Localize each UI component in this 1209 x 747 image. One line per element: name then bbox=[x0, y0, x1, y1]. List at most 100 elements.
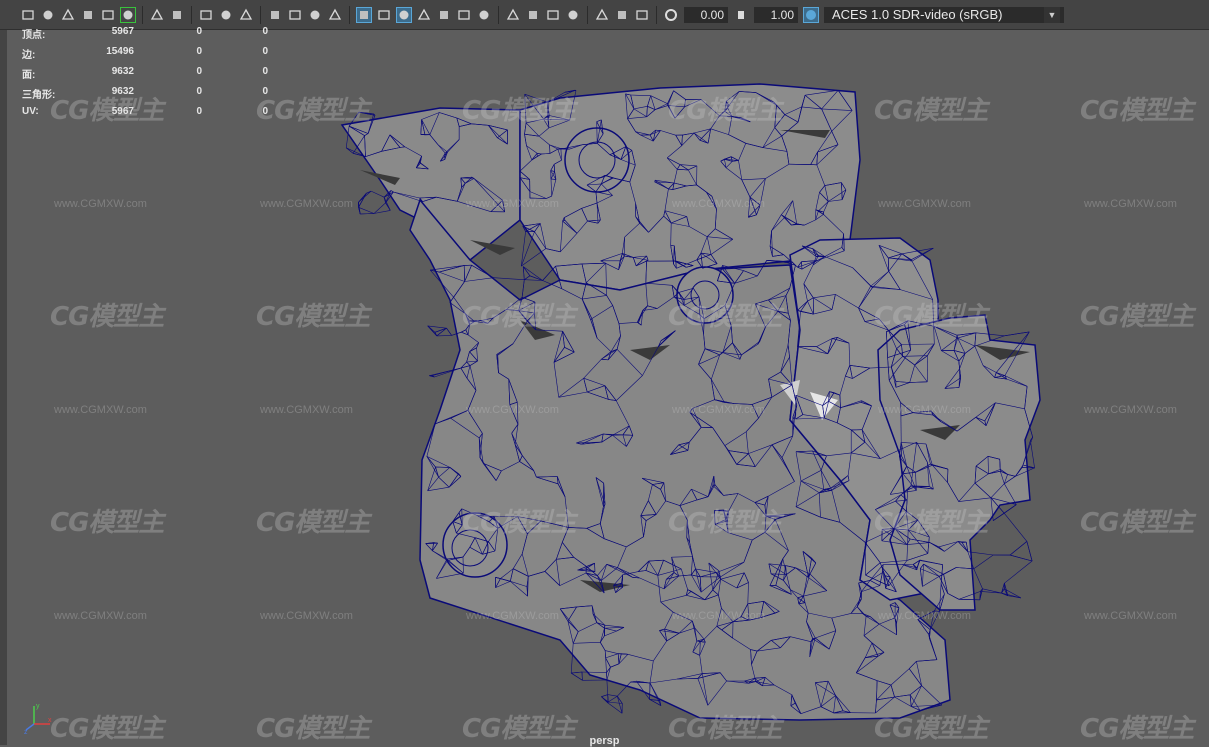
multisample-aa-icon[interactable] bbox=[526, 8, 540, 22]
hud-selected: 0 bbox=[182, 106, 202, 117]
use-all-lights-icon[interactable] bbox=[437, 8, 451, 22]
watermark-url: www.CGMXW.com bbox=[1084, 404, 1177, 416]
watermark-logo: CG模型主 bbox=[668, 296, 781, 333]
watermark-url: www.CGMXW.com bbox=[260, 404, 353, 416]
bookmark-icon[interactable] bbox=[81, 8, 95, 22]
smooth-shade-icon[interactable] bbox=[357, 8, 371, 22]
watermark-logo: CG模型主 bbox=[256, 502, 369, 539]
screen-space-ao-icon[interactable] bbox=[477, 8, 491, 22]
watermark-logo: CG模型主 bbox=[50, 296, 163, 333]
hud-row: 顶点: 5967 0 0 bbox=[22, 24, 282, 44]
watermark-url: www.CGMXW.com bbox=[54, 610, 147, 622]
hud-label: 顶点: bbox=[22, 26, 45, 41]
gamma-field[interactable]: 1.00 bbox=[754, 7, 798, 23]
select-camera-icon[interactable] bbox=[101, 8, 115, 22]
poly-count-hud: 顶点:596700边:1549600面:963200三角形:963200UV:5… bbox=[22, 24, 282, 124]
watermark-logo: CG模型主 bbox=[874, 90, 987, 127]
safe-action-icon[interactable] bbox=[288, 8, 302, 22]
hud-selected: 0 bbox=[182, 26, 202, 37]
toolbar-separator bbox=[656, 6, 657, 24]
watermark-logo: CG模型主 bbox=[668, 90, 781, 127]
default-material-icon[interactable] bbox=[377, 8, 391, 22]
mesh-right-block[interactable] bbox=[878, 315, 1040, 610]
motion-blur-icon[interactable] bbox=[506, 8, 520, 22]
axis-y-label: y bbox=[36, 703, 40, 710]
hud-selected: 0 bbox=[182, 86, 202, 97]
wireframe-on-shaded-icon[interactable] bbox=[397, 8, 411, 22]
toolbar-separator bbox=[142, 6, 143, 24]
safe-title-icon[interactable] bbox=[308, 8, 322, 22]
watermark-url: www.CGMXW.com bbox=[878, 198, 971, 210]
hud-row: 边:1549600 bbox=[22, 44, 282, 64]
grid-icon[interactable] bbox=[170, 8, 184, 22]
axis-x-label: x bbox=[48, 717, 52, 724]
toolbar-separator bbox=[349, 6, 350, 24]
watermark-logo: CG模型主 bbox=[668, 502, 781, 539]
toolbar-separator bbox=[191, 6, 192, 24]
xray-active-icon[interactable] bbox=[615, 8, 629, 22]
toolbar-separator bbox=[260, 6, 261, 24]
grease-pencil-icon[interactable] bbox=[121, 8, 135, 22]
watermark-logo: CG模型主 bbox=[462, 90, 575, 127]
camera-name-label: persp bbox=[0, 735, 1209, 747]
watermark-url: www.CGMXW.com bbox=[466, 610, 559, 622]
color-management-icon[interactable] bbox=[804, 8, 818, 22]
depth-of-field-icon[interactable] bbox=[546, 8, 560, 22]
camera-icon[interactable] bbox=[21, 8, 35, 22]
color-space-dropdown[interactable]: ACES 1.0 SDR-video (sRGB) ▼ bbox=[824, 7, 1064, 23]
exposure-icon[interactable] bbox=[664, 8, 678, 22]
hud-row: 三角形: 9632 0 0 bbox=[22, 84, 282, 104]
hud-total: 9632 bbox=[82, 66, 134, 77]
hud-highlighted: 0 bbox=[248, 26, 268, 37]
hud-label: 三角形: bbox=[22, 86, 55, 101]
resolution-gate-icon[interactable] bbox=[219, 8, 233, 22]
watermark-url: www.CGMXW.com bbox=[54, 198, 147, 210]
isolate-select-icon[interactable] bbox=[566, 8, 580, 22]
backface-icon[interactable] bbox=[635, 8, 649, 22]
shadows-icon[interactable] bbox=[457, 8, 471, 22]
camera-attributes-icon[interactable] bbox=[41, 8, 55, 22]
hud-highlighted: 0 bbox=[248, 86, 268, 97]
xray-icon[interactable] bbox=[417, 8, 431, 22]
hud-row: UV:596700 bbox=[22, 104, 282, 124]
watermark-url: www.CGMXW.com bbox=[260, 198, 353, 210]
hud-row: 面:963200 bbox=[22, 64, 282, 84]
film-gate-icon[interactable] bbox=[199, 8, 213, 22]
toolbar-separator bbox=[587, 6, 588, 24]
toolbar-separator bbox=[498, 6, 499, 24]
hud-total: 5967 bbox=[82, 26, 134, 37]
model-mesh[interactable] bbox=[342, 84, 1040, 720]
watermark-url: www.CGMXW.com bbox=[672, 404, 765, 416]
watermark-url: www.CGMXW.com bbox=[672, 198, 765, 210]
image-plane-icon[interactable] bbox=[61, 8, 75, 22]
watermark-url: www.CGMXW.com bbox=[1084, 610, 1177, 622]
hud-label: 边: bbox=[22, 46, 35, 61]
hud-highlighted: 0 bbox=[248, 66, 268, 77]
hud-selected: 0 bbox=[182, 46, 202, 57]
hud-label: UV: bbox=[22, 106, 39, 117]
watermark-logo: CG模型主 bbox=[1080, 296, 1193, 333]
watermark-logo: CG模型主 bbox=[874, 296, 987, 333]
wireframe-icon[interactable] bbox=[328, 8, 342, 22]
xray-joints-icon[interactable] bbox=[595, 8, 609, 22]
chevron-down-icon[interactable]: ▼ bbox=[1044, 7, 1060, 23]
watermark-logo: CG模型主 bbox=[50, 502, 163, 539]
watermark-url: www.CGMXW.com bbox=[466, 404, 559, 416]
watermark-logo: CG模型主 bbox=[462, 502, 575, 539]
hud-total: 9632 bbox=[82, 86, 134, 97]
exposure-field[interactable]: 0.00 bbox=[684, 7, 728, 23]
hud-highlighted: 0 bbox=[248, 106, 268, 117]
color-space-value: ACES 1.0 SDR-video (sRGB) bbox=[828, 7, 1003, 23]
watermark-url: www.CGMXW.com bbox=[1084, 198, 1177, 210]
watermark-logo: CG模型主 bbox=[874, 502, 987, 539]
field-chart-icon[interactable] bbox=[268, 8, 282, 22]
axis-gizmo: y x z bbox=[24, 700, 54, 734]
watermark-logo: CG模型主 bbox=[1080, 502, 1193, 539]
gate-mask-icon[interactable] bbox=[239, 8, 253, 22]
watermark-url: www.CGMXW.com bbox=[54, 404, 147, 416]
2d-pan-icon[interactable] bbox=[150, 8, 164, 22]
gamma-icon[interactable] bbox=[734, 8, 748, 22]
watermark-url: www.CGMXW.com bbox=[260, 610, 353, 622]
watermark-url: www.CGMXW.com bbox=[466, 198, 559, 210]
hud-label: 面: bbox=[22, 66, 35, 81]
